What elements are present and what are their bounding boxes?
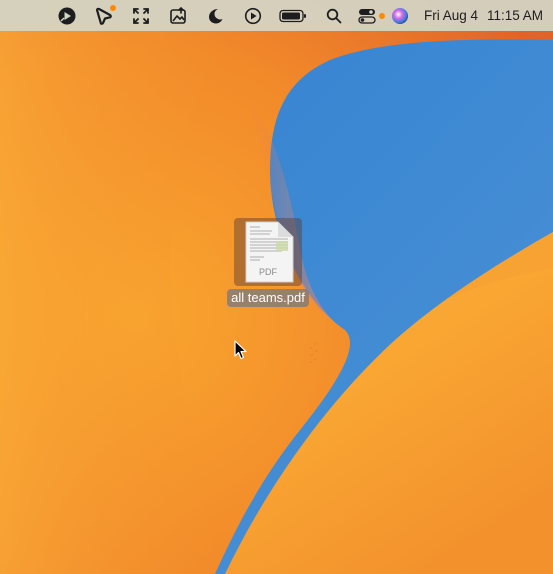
cursor-badge-icon[interactable] (93, 4, 117, 27)
moon-icon[interactable] (205, 5, 226, 27)
image-upload-icon[interactable] (168, 5, 189, 27)
menubar-time[interactable]: 11:15 AM (487, 5, 543, 27)
desktop-screen: Fri Aug 4 11:15 AM PDF all teams.pdf (0, 0, 553, 574)
pdf-document-icon[interactable]: PDF (242, 221, 294, 283)
file-type-label: PDF (259, 267, 277, 277)
notification-dot (110, 4, 117, 11)
mouse-pointer-icon (234, 340, 247, 360)
play-circle-icon[interactable] (242, 5, 263, 27)
fullscreen-arrows-icon[interactable] (130, 5, 151, 27)
control-center-icon[interactable] (357, 5, 385, 27)
recording-indicator-dot (378, 12, 385, 19)
drag-trail-dots (310, 343, 317, 363)
screencast-app-icon[interactable] (56, 5, 77, 27)
file-icon-selection[interactable]: PDF (234, 218, 302, 286)
siri-icon[interactable] (390, 5, 411, 27)
menubar-date[interactable]: Fri Aug 4 (424, 5, 478, 27)
desktop-file-item[interactable]: PDF all teams.pdf (223, 218, 313, 307)
menu-bar: Fri Aug 4 11:15 AM (0, 0, 553, 31)
battery-icon[interactable] (279, 5, 307, 27)
search-icon[interactable] (323, 5, 344, 27)
file-name-label[interactable]: all teams.pdf (227, 289, 309, 307)
